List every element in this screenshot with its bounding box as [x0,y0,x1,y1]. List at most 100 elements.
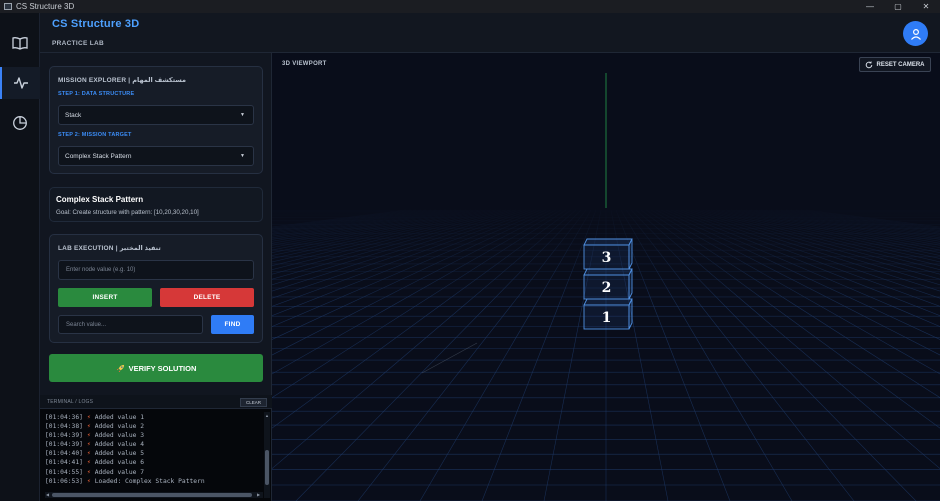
stack-box-top [583,268,633,276]
terminal-vscroll-thumb[interactable] [265,450,269,485]
log-line: [01:04:41] ⚡ Added value 6 [45,458,263,467]
log-message: Added value 2 [94,423,145,431]
avatar[interactable] [903,21,928,46]
caret-down-icon: ▼ [240,112,245,118]
bolt-icon: ⚡ [86,450,91,458]
caret-down-icon: ▼ [240,153,245,159]
reset-camera-label: RESET CAMERA [876,61,925,68]
bolt-icon: ⚡ [86,414,91,421]
3d-scene-canvas[interactable]: 3 2 1 [272,73,940,501]
log-message: Added value 6 [94,459,145,467]
data-structure-value: Stack [65,111,82,119]
rocket-icon [116,364,124,372]
node-value-placeholder: Enter node value (e.g. 10) [66,267,136,273]
delete-button[interactable]: DELETE [160,288,254,307]
clear-logs-button[interactable]: CLEAR [240,398,267,407]
bolt-icon: ⚡ [86,468,91,476]
search-placeholder: Search value... [66,321,107,328]
window-title: CS Structure 3D [16,2,75,11]
brand-title: CS Structure 3D [52,18,140,30]
search-input[interactable]: Search value... [58,315,203,334]
terminal-header: TERMINAL / LOGS CLEAR [40,395,272,409]
log-line: [01:04:39] ⚡ Added value 3 [45,431,263,440]
stack-box[interactable]: 3 [583,238,633,270]
scroll-left-icon[interactable]: ◀ [46,492,49,497]
stack-box-side [628,298,633,330]
log-message: Added value 1 [94,414,145,421]
log-time: [01:04:55] [45,468,83,476]
log-message: Loaded: Complex Stack Pattern [94,477,205,485]
mission-explorer-title: MISSION EXPLORER | مستكشف المهام [58,77,187,84]
bolt-icon: ⚡ [86,441,91,449]
terminal-title: TERMINAL / LOGS [47,399,94,405]
bolt-icon: ⚡ [86,459,91,467]
book-icon [12,37,28,50]
log-message: Added value 5 [94,450,145,458]
log-time: [01:04:40] [45,450,83,458]
step1-label: STEP 1: DATA STRUCTURE [58,91,135,97]
window-controls: — ▢ ✕ [856,0,940,13]
user-icon [910,28,921,40]
find-button[interactable]: FIND [211,315,254,334]
scroll-up-icon[interactable]: ▲ [265,413,269,418]
log-message: Added value 7 [94,468,145,476]
maximize-button[interactable]: ▢ [884,0,912,13]
node-value-input[interactable]: Enter node value (e.g. 10) [58,260,254,280]
close-button[interactable]: ✕ [912,0,940,13]
stack-box-top [583,238,633,246]
data-structure-select[interactable]: Stack ▼ [58,105,254,125]
stack-box-label: 2 [602,280,612,296]
refresh-icon [866,60,873,68]
reset-camera-button[interactable]: RESET CAMERA [859,57,931,72]
lab-execution-panel: LAB EXECUTION | تنفيذ المختبر Enter node… [49,234,263,343]
minimize-button[interactable]: — [856,0,884,13]
scroll-right-icon[interactable]: ▶ [257,492,260,497]
log-message: Added value 3 [94,432,145,440]
stack-box[interactable]: 1 [583,298,633,330]
rail-item-learn[interactable] [0,27,40,59]
activity-icon [14,77,28,89]
log-time: [01:04:39] [45,441,83,449]
bolt-icon: ⚡ [86,477,91,485]
log-line: [01:06:53] ⚡ Loaded: Complex Stack Pattern [45,477,263,486]
log-time: [01:04:38] [45,423,83,431]
log-time: [01:06:53] [45,477,83,485]
log-line: [01:04:39] ⚡ Added value 4 [45,440,263,449]
bolt-icon: ⚡ [86,423,91,431]
stack-boxes: 3 2 1 [583,238,633,330]
insert-button[interactable]: INSERT [58,288,152,307]
mission-target-value: Complex Stack Pattern [65,152,132,160]
verify-solution-label: VERIFY SOLUTION [128,363,197,373]
bolt-icon: ⚡ [86,432,91,440]
lab-execution-title: LAB EXECUTION | تنفيذ المختبر [58,245,161,252]
mission-card: Complex Stack Pattern Goal: Create struc… [49,187,263,222]
stack-box[interactable]: 2 [583,268,633,300]
log-line: [01:04:55] ⚡ Added value 7 [45,468,263,477]
mission-target-select[interactable]: Complex Stack Pattern ▼ [58,146,254,166]
pie-chart-icon [13,116,27,130]
terminal-hscroll-thumb[interactable] [52,493,252,497]
stack-box-side [628,268,633,300]
stack-box-top [583,298,633,306]
app-header: CS Structure 3D PRACTICE LAB [40,13,940,53]
log-line: [01:04:36] ⚡ Added value 1 [45,413,263,422]
window-titlebar: CS Structure 3D — ▢ ✕ [0,0,940,13]
stack-box-label: 3 [602,250,612,266]
step2-label: STEP 2: MISSION TARGET [58,132,132,138]
log-line: [01:04:40] ⚡ Added value 5 [45,449,263,458]
mission-explorer-panel: MISSION EXPLORER | مستكشف المهام STEP 1:… [49,66,263,174]
stack-box-label: 1 [602,310,612,326]
log-message: Added value 4 [94,441,145,449]
verify-solution-button[interactable]: VERIFY SOLUTION [49,354,263,382]
nav-rail [0,13,40,501]
viewport-label: 3D VIEWPORT [282,61,327,67]
rail-item-stats[interactable] [0,107,40,139]
page-subtitle: PRACTICE LAB [52,40,104,47]
terminal-log: [01:04:36] ⚡ Added value 1 [01:04:38] ⚡ Adde… [45,413,263,493]
rail-item-practice[interactable] [0,67,40,99]
stack-box-side [628,238,633,270]
mission-card-goal: Goal: Create structure with pattern: [10… [56,209,199,216]
log-time: [01:04:36] [45,414,83,421]
control-sidebar: MISSION EXPLORER | مستكشف المهام STEP 1:… [40,53,272,395]
log-time: [01:04:39] [45,432,83,440]
